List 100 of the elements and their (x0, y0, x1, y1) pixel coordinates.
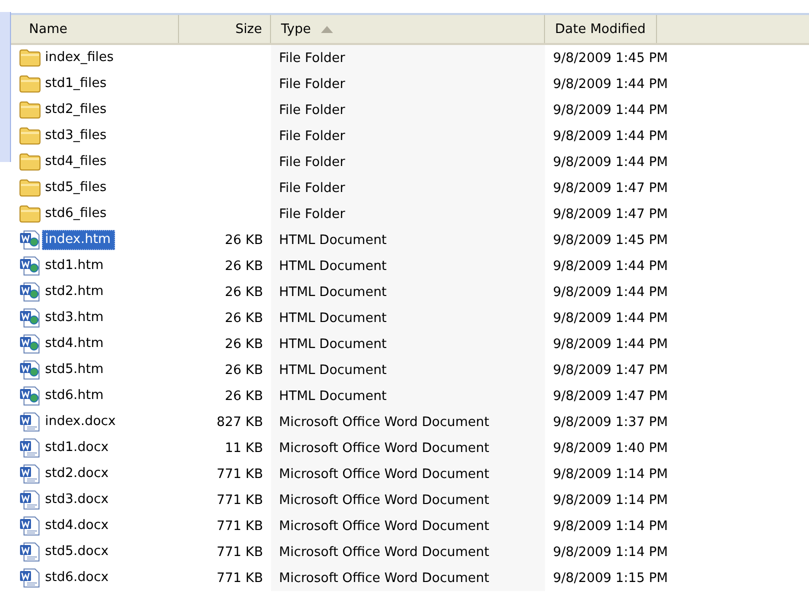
file-name[interactable]: std6.docx (42, 568, 113, 588)
file-type: Microsoft Office Word Document (279, 570, 490, 586)
file-name[interactable]: std3.htm (42, 308, 108, 328)
file-type: HTML Document (279, 362, 387, 378)
file-name[interactable]: std2.docx (42, 464, 113, 484)
file-name[interactable]: index_files (42, 48, 118, 68)
web-document-icon (19, 230, 41, 250)
web-document-icon (19, 256, 41, 276)
date-modified: 9/8/2009 1:14 PM (553, 492, 668, 508)
file-name[interactable]: std1.docx (42, 438, 113, 458)
file-size: 771 KB (216, 544, 263, 560)
column-header[interactable]: Date Modified (545, 15, 657, 43)
date-modified: 9/8/2009 1:14 PM (553, 518, 668, 534)
web-document-icon (19, 308, 41, 328)
date-modified: 9/8/2009 1:44 PM (553, 310, 668, 326)
date-modified: 9/8/2009 1:45 PM (553, 232, 668, 248)
file-size: 26 KB (224, 388, 263, 404)
folder-icon (19, 153, 41, 171)
file-type: HTML Document (279, 258, 387, 274)
column-header[interactable]: Size (179, 15, 271, 43)
web-document-icon (19, 334, 41, 354)
file-size: 771 KB (216, 466, 263, 482)
sort-ascending-icon (320, 26, 333, 32)
file-size: 26 KB (224, 258, 263, 274)
date-modified: 9/8/2009 1:47 PM (553, 206, 668, 222)
file-size: 26 KB (224, 310, 263, 326)
file-size: 827 KB (216, 414, 263, 430)
document-icon (19, 490, 41, 510)
document-icon (19, 542, 41, 562)
file-name[interactable]: index.docx (42, 412, 120, 432)
date-modified: 9/8/2009 1:45 PM (553, 50, 668, 66)
date-modified: 9/8/2009 1:47 PM (553, 388, 668, 404)
file-name[interactable]: std4_files (42, 152, 110, 172)
folder-icon (19, 127, 41, 145)
file-type: Microsoft Office Word Document (279, 466, 490, 482)
file-type: Microsoft Office Word Document (279, 492, 490, 508)
date-modified: 9/8/2009 1:14 PM (553, 466, 668, 482)
file-size: 771 KB (216, 518, 263, 534)
file-type: File Folder (279, 128, 346, 144)
file-name[interactable]: std5_files (42, 178, 110, 198)
date-modified: 9/8/2009 1:44 PM (553, 76, 668, 92)
date-modified: 9/8/2009 1:37 PM (553, 414, 668, 430)
file-name[interactable]: std3_files (42, 126, 110, 146)
file-name[interactable]: std6_files (42, 204, 110, 224)
folder-icon (19, 179, 41, 197)
date-modified: 9/8/2009 1:40 PM (553, 440, 668, 456)
file-size: 26 KB (224, 232, 263, 248)
file-size: 26 KB (224, 284, 263, 300)
date-modified: 9/8/2009 1:14 PM (553, 544, 668, 560)
web-document-icon (19, 282, 41, 302)
file-type: HTML Document (279, 284, 387, 300)
file-name[interactable]: std1_files (42, 74, 110, 94)
file-type: HTML Document (279, 310, 387, 326)
file-name[interactable]: std4.htm (42, 334, 108, 354)
file-name[interactable]: index.htm (42, 230, 115, 250)
file-size: 11 KB (224, 440, 263, 456)
date-modified: 9/8/2009 1:47 PM (553, 362, 668, 378)
document-icon (19, 516, 41, 536)
file-type: Microsoft Office Word Document (279, 440, 490, 456)
file-type: File Folder (279, 206, 346, 222)
column-header[interactable]: Type (271, 15, 545, 43)
file-type: Microsoft Office Word Document (279, 414, 490, 430)
file-name[interactable]: std4.docx (42, 516, 113, 536)
file-name[interactable]: std2_files (42, 100, 110, 120)
document-icon (19, 412, 41, 432)
date-modified: 9/8/2009 1:44 PM (553, 258, 668, 274)
file-size: 771 KB (216, 492, 263, 508)
column-header[interactable]: Name (19, 15, 179, 43)
web-document-icon (19, 386, 41, 406)
date-modified: 9/8/2009 1:44 PM (553, 128, 668, 144)
file-type: File Folder (279, 154, 346, 170)
web-document-icon (19, 360, 41, 380)
date-modified: 9/8/2009 1:44 PM (553, 284, 668, 300)
file-name[interactable]: std6.htm (42, 386, 108, 406)
date-modified: 9/8/2009 1:44 PM (553, 102, 668, 118)
date-modified: 9/8/2009 1:15 PM (553, 570, 668, 586)
document-icon (19, 438, 41, 458)
date-modified: 9/8/2009 1:44 PM (553, 336, 668, 352)
date-modified: 9/8/2009 1:47 PM (553, 180, 668, 196)
file-name[interactable]: std1.htm (42, 256, 108, 276)
file-type: Microsoft Office Word Document (279, 544, 490, 560)
folder-icon (19, 101, 41, 119)
file-type: HTML Document (279, 336, 387, 352)
file-type: Microsoft Office Word Document (279, 518, 490, 534)
file-type: File Folder (279, 50, 346, 66)
file-type: File Folder (279, 102, 346, 118)
file-name[interactable]: std3.docx (42, 490, 113, 510)
file-size: 26 KB (224, 362, 263, 378)
file-type: File Folder (279, 76, 346, 92)
folder-icon (19, 205, 41, 223)
file-type: File Folder (279, 180, 346, 196)
file-size: 26 KB (224, 336, 263, 352)
file-name[interactable]: std2.htm (42, 282, 108, 302)
file-name[interactable]: std5.htm (42, 360, 108, 380)
file-name[interactable]: std5.docx (42, 542, 113, 562)
folder-icon (19, 75, 41, 93)
date-modified: 9/8/2009 1:44 PM (553, 154, 668, 170)
document-icon (19, 568, 41, 588)
file-type: HTML Document (279, 388, 387, 404)
document-icon (19, 464, 41, 484)
